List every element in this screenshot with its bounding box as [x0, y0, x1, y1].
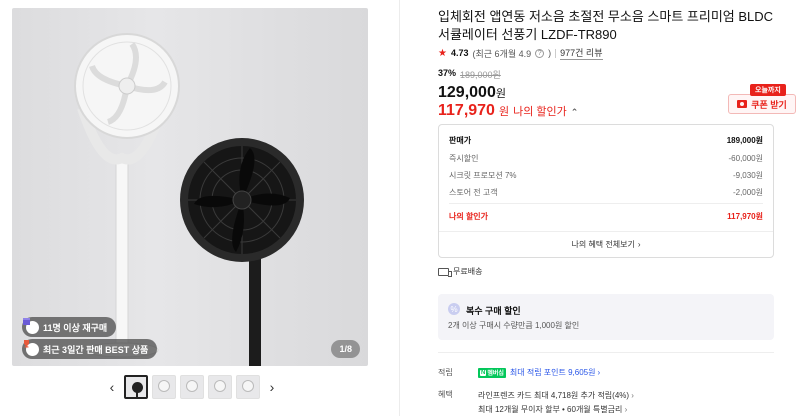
- fan-illustration: [74, 33, 304, 366]
- coupon-icon: [737, 100, 748, 108]
- breakdown-label: 시크릿 프로모션 7%: [449, 171, 517, 180]
- benefit-text: 라인프렌즈 카드 최대 4,718원 추가 적립(4%): [478, 391, 630, 400]
- box-icon: [23, 318, 39, 334]
- coupon-button-label: 쿠폰 받기: [751, 99, 787, 110]
- divider: [555, 48, 557, 58]
- rating-note-close: ): [548, 48, 552, 58]
- benefit-line[interactable]: 최대 12개월 무이자 할부 • 60개월 특별금리 ›: [478, 403, 634, 416]
- sale-price-amount: 129,000: [438, 84, 496, 101]
- multi-purchase-discount: % 복수 구매 할인 2개 이상 구매시 수량만큼 1,000원 할인: [438, 294, 774, 340]
- view-all-benefits-label: 나의 혜택 전체보기: [571, 240, 635, 249]
- breakdown-label: 나의 할인가: [449, 212, 489, 221]
- discount-rate: 37%: [438, 68, 457, 78]
- thumbnail-item[interactable]: [208, 375, 232, 399]
- main-product-image[interactable]: 11명 이상 재구매 최근 3일간 판매 BEST 상품 1/8: [12, 8, 368, 366]
- my-price-row: 나의 할인가 117,970원: [449, 211, 763, 222]
- column-divider: [399, 0, 400, 416]
- accumulation-link[interactable]: N 멤버십 최대 적립 포인트 9,605원 ›: [478, 367, 600, 378]
- breakdown-label: 판매가: [449, 136, 472, 145]
- price-unit: 원: [498, 106, 510, 118]
- my-price-amount: 117,970: [438, 102, 495, 119]
- chevron-right-icon: ›: [637, 240, 641, 249]
- trophy-icon: [24, 340, 39, 356]
- price-unit: 원: [495, 88, 506, 100]
- chevron-right-icon: ›: [631, 391, 634, 400]
- benefit-list: 라인프렌즈 카드 최대 4,718원 추가 적립(4%) › 최대 12개월 무…: [478, 389, 634, 416]
- benefit-label: 혜택: [438, 390, 453, 399]
- accum-label: 적립: [438, 368, 453, 377]
- thumbnail-item[interactable]: [236, 375, 260, 399]
- my-price-label: 나의 할인가: [513, 106, 567, 118]
- discount-icon: %: [448, 303, 460, 315]
- next-thumb-button[interactable]: ›: [264, 375, 280, 399]
- chevron-right-icon: ›: [597, 368, 601, 377]
- thumbnail-item[interactable]: [180, 375, 204, 399]
- product-gallery: 11명 이상 재구매 최근 3일간 판매 BEST 상품 1/8 ‹ ›: [0, 0, 400, 416]
- multi-purchase-title: 복수 구매 할인: [466, 306, 521, 316]
- breakdown-value: -60,000원: [728, 154, 764, 163]
- product-title: 입체회전 앱연동 저소음 초절전 무소음 스마트 프리미엄 BLDC 서큘레이터…: [438, 9, 774, 42]
- rating-row: ★ 4.73 (최근 6개월 4.9 ? ) 977건 리뷰: [438, 46, 603, 60]
- original-price: 189,000원: [460, 70, 501, 80]
- thumbnail-strip: ‹ ›: [104, 375, 280, 399]
- np-text: 멤버십: [487, 371, 504, 377]
- review-count-link[interactable]: 977건 리뷰: [560, 46, 603, 60]
- breakdown-value: 117,970원: [727, 212, 763, 221]
- breakdown-value: -9,030원: [732, 171, 763, 180]
- view-all-benefits-button[interactable]: 나의 혜택 전체보기 ›: [439, 231, 773, 257]
- benefit-line[interactable]: 라인프렌즈 카드 최대 4,718원 추가 적립(4%) ›: [478, 389, 634, 403]
- breakdown-label: 스토어 전 고객: [449, 188, 498, 197]
- naver-pay-icon: N 멤버십: [478, 367, 506, 378]
- rating-note: (최근 6개월 4.9: [472, 48, 532, 59]
- breakdown-row: 시크릿 프로모션 7% -9,030원: [449, 170, 763, 181]
- benefit-text: 최대 12개월 무이자 할부 • 60개월 특별금리: [478, 405, 623, 414]
- badge-label: 11명 이상 재구매: [43, 322, 108, 333]
- today-only-tag: 오늘까지: [750, 84, 786, 96]
- my-discount-price[interactable]: 117,970 원 나의 할인가 ⌃: [438, 102, 578, 120]
- breakdown-row: 즉시할인 -60,000원: [449, 153, 763, 164]
- prev-thumb-button[interactable]: ‹: [104, 375, 120, 399]
- chevron-up-icon: ⌃: [570, 107, 579, 117]
- breakdown-row: 판매가 189,000원: [449, 135, 763, 146]
- chevron-right-icon: ›: [624, 405, 628, 414]
- divider: [449, 203, 763, 204]
- repurchase-badge: 11명 이상 재구매: [22, 317, 117, 337]
- breakdown-label: 즉시할인: [449, 154, 479, 163]
- divider: [438, 352, 774, 353]
- accum-value: 최대 적립 포인트 9,605원: [509, 368, 596, 377]
- truck-icon: [438, 267, 452, 277]
- best-seller-badge: 최근 3일간 판매 BEST 상품: [22, 339, 158, 359]
- star-icon: ★: [438, 47, 447, 59]
- thumbnail-item[interactable]: [124, 375, 148, 399]
- price-breakdown: 판매가 189,000원 즉시할인 -60,000원 시크릿 프로모션 7% -…: [438, 124, 774, 258]
- breakdown-value: 189,000원: [726, 136, 763, 145]
- info-icon[interactable]: ?: [535, 48, 545, 58]
- thumbnail-item[interactable]: [152, 375, 176, 399]
- discount-row: 37% 189,000원: [438, 68, 501, 81]
- sale-price: 129,000원: [438, 84, 506, 102]
- coupon-button[interactable]: 쿠폰 받기: [728, 94, 796, 114]
- breakdown-row: 스토어 전 고객 -2,000원: [449, 187, 763, 198]
- multi-purchase-desc: 2개 이상 구매시 수량만큼 1,000원 할인: [448, 321, 580, 330]
- badge-label: 최근 3일간 판매 BEST 상품: [43, 344, 149, 355]
- image-counter: 1/8: [331, 340, 360, 358]
- rating-score: 4.73: [450, 48, 469, 58]
- breakdown-value: -2,000원: [732, 188, 763, 197]
- delivery-label: 무료배송: [453, 267, 483, 276]
- delivery-info: 무료배송: [438, 266, 482, 277]
